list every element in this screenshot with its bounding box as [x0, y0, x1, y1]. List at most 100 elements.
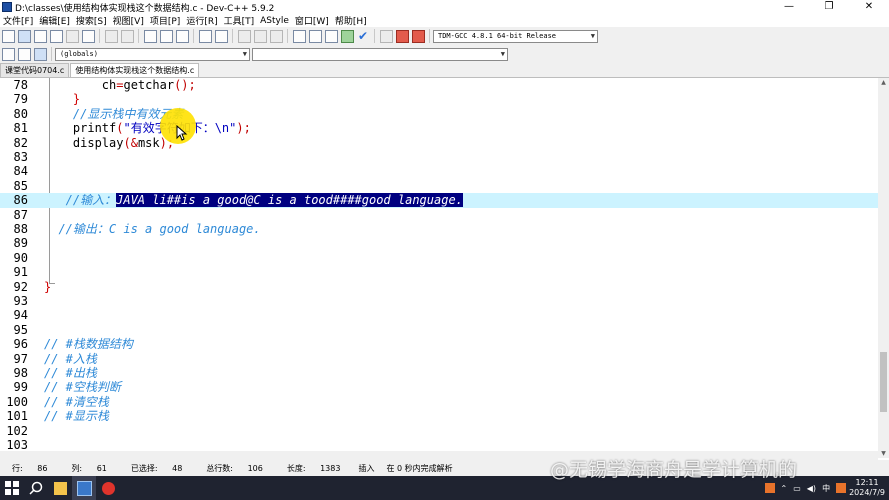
- code-line[interactable]: 90: [0, 251, 878, 265]
- scrollbar-thumb[interactable]: [880, 352, 887, 412]
- input-language-indicator[interactable]: 中: [822, 483, 830, 494]
- line-number: 88: [13, 222, 28, 236]
- folder-icon: [53, 481, 67, 495]
- code-line[interactable]: 101 // #显示栈: [0, 409, 878, 423]
- code-token: }: [72, 92, 81, 107]
- close-file-icon[interactable]: [65, 29, 79, 43]
- run-icon[interactable]: [308, 29, 322, 43]
- code-line[interactable]: 82 display(&msk);: [0, 136, 878, 150]
- code-line[interactable]: 98 // #出栈: [0, 366, 878, 380]
- rebuild-all-icon[interactable]: [340, 29, 354, 43]
- code-line[interactable]: 89: [0, 236, 878, 250]
- code-line[interactable]: 94: [0, 308, 878, 322]
- ime-icon[interactable]: [836, 483, 847, 493]
- taskbar-explorer[interactable]: [48, 476, 72, 500]
- scroll-down-icon[interactable]: ▼: [878, 450, 889, 457]
- code-line[interactable]: 80 //显示栈中有效元素: [0, 107, 878, 121]
- start-button[interactable]: [0, 476, 24, 500]
- volume-icon[interactable]: ◀): [807, 484, 816, 493]
- code-line[interactable]: 99 // #空栈判断: [0, 380, 878, 394]
- save-all-icon[interactable]: [49, 29, 63, 43]
- save-icon[interactable]: [33, 29, 47, 43]
- code-line[interactable]: 102: [0, 424, 878, 438]
- menu-edit[interactable]: 编辑[E]: [36, 14, 73, 27]
- tray-overflow-icon[interactable]: ⌃: [781, 484, 788, 493]
- code-line[interactable]: 88 //输出：C is a good language.: [0, 222, 878, 236]
- tab-file-2[interactable]: 使用结构体实现栈这个数据结构.c: [70, 63, 200, 77]
- code-line[interactable]: 86 //输入：JAVA li##is a good@C is a tood##…: [0, 193, 878, 208]
- line-number: 80: [13, 106, 28, 121]
- code-line[interactable]: 79 }: [0, 92, 878, 106]
- undo-icon[interactable]: [104, 29, 118, 43]
- code-line[interactable]: 92}: [0, 280, 878, 294]
- compile-run-icon[interactable]: [324, 29, 338, 43]
- tray-app-icon[interactable]: [764, 483, 775, 493]
- find-icon[interactable]: [143, 29, 157, 43]
- goto-line-icon[interactable]: [175, 29, 189, 43]
- code-line[interactable]: 81 printf("有效字符如下：\n");: [0, 121, 878, 135]
- code-line[interactable]: 97 // #入栈: [0, 352, 878, 366]
- toggle-bookmark-icon[interactable]: [198, 29, 212, 43]
- comment-icon[interactable]: [269, 29, 283, 43]
- goto-bookmark-icon[interactable]: [214, 29, 228, 43]
- tab-file-1[interactable]: 课堂代码0704.c: [0, 63, 70, 77]
- new-class-icon[interactable]: [1, 47, 15, 61]
- code-comment: // #出栈: [44, 366, 97, 380]
- replace-icon[interactable]: [159, 29, 173, 43]
- menu-help[interactable]: 帮助[H]: [332, 14, 370, 27]
- scope-select-value: (globals): [60, 49, 98, 58]
- member-select[interactable]: ▼: [252, 47, 508, 61]
- close-button[interactable]: ✕: [849, 0, 889, 14]
- network-icon[interactable]: ▭: [793, 484, 801, 493]
- menu-tools[interactable]: 工具[T]: [221, 14, 258, 27]
- menu-search[interactable]: 搜索[S]: [73, 14, 110, 27]
- menu-bar: 文件[F] 编辑[E] 搜索[S] 视图[V] 项目[P] 运行[R] 工具[T…: [0, 14, 889, 27]
- code-token: printf: [44, 121, 117, 136]
- code-line[interactable]: 95: [0, 323, 878, 337]
- taskbar-devcpp[interactable]: [72, 476, 96, 500]
- menu-astyle[interactable]: AStyle: [257, 16, 292, 26]
- code-line[interactable]: 85: [0, 179, 878, 193]
- open-file-icon[interactable]: [17, 29, 31, 43]
- stop-execution-icon[interactable]: [379, 29, 393, 43]
- code-line[interactable]: 84: [0, 164, 878, 178]
- menu-window[interactable]: 窗口[W]: [292, 14, 332, 27]
- code-text: // #入栈: [44, 352, 97, 366]
- code-comment: // #空栈判断: [44, 380, 121, 395]
- scroll-up-icon[interactable]: ▲: [878, 79, 889, 86]
- new-file-icon[interactable]: [1, 29, 15, 43]
- indent-icon[interactable]: [237, 29, 251, 43]
- vertical-scrollbar[interactable]: ▲ ▼: [878, 78, 889, 458]
- toggle-icon[interactable]: [33, 47, 47, 61]
- maximize-button[interactable]: ❐: [809, 0, 849, 14]
- menu-run[interactable]: 运行[R]: [183, 14, 220, 27]
- taskbar-recorder[interactable]: [96, 476, 120, 500]
- code-line[interactable]: 96 // #栈数据结构: [0, 337, 878, 351]
- minimize-button[interactable]: —: [769, 0, 809, 14]
- code-line[interactable]: 78 ch=getchar();: [0, 78, 878, 92]
- menu-file[interactable]: 文件[F]: [0, 14, 36, 27]
- code-token: }: [44, 279, 52, 294]
- code-line[interactable]: 83: [0, 150, 878, 164]
- menu-view[interactable]: 视图[V]: [110, 14, 147, 27]
- compile-icon[interactable]: [292, 29, 306, 43]
- syntax-check-icon[interactable]: ✔: [357, 29, 370, 43]
- debug-icon[interactable]: [395, 29, 409, 43]
- taskbar-search-button[interactable]: [24, 476, 48, 500]
- redo-icon[interactable]: [120, 29, 134, 43]
- code-editor[interactable]: 78 ch=getchar(); 79 } 80 //显示栈中有效元素 81 prin…: [0, 78, 878, 458]
- code-line[interactable]: 100 // #清空栈: [0, 395, 878, 409]
- insert-icon[interactable]: [17, 47, 31, 61]
- code-line[interactable]: 91: [0, 265, 878, 279]
- code-line[interactable]: 87: [0, 208, 878, 222]
- line-number: 83: [13, 150, 28, 164]
- status-len-value: 1383: [320, 463, 341, 473]
- unindent-icon[interactable]: [253, 29, 267, 43]
- code-line[interactable]: 93: [0, 294, 878, 308]
- compiler-select[interactable]: TDM-GCC 4.8.1 64-bit Release ▼: [433, 29, 598, 43]
- print-icon[interactable]: [81, 29, 95, 43]
- profile-icon[interactable]: [411, 29, 425, 43]
- scope-select[interactable]: (globals) ▼: [55, 47, 250, 61]
- menu-project[interactable]: 项目[P]: [147, 14, 183, 27]
- clock[interactable]: 12:11 2024/7/9: [849, 478, 885, 498]
